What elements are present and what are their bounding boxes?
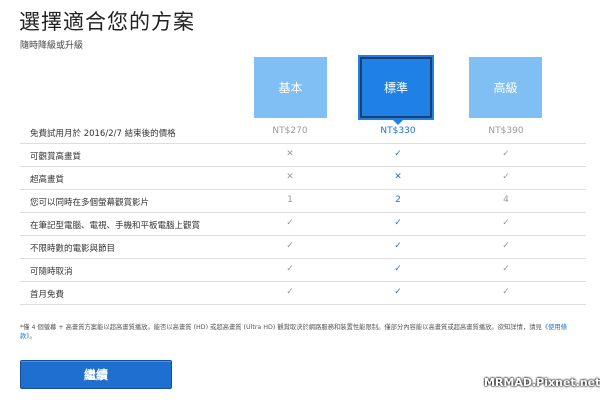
row-label: 可隨時取消 (30, 267, 73, 277)
check-icon: ✓ (502, 287, 510, 297)
row-label: 在筆記型電腦、電視、手機和平板電腦上觀賞 (30, 221, 201, 231)
cell-basic: NT$270 (272, 126, 308, 136)
plan-basic-label: 基本 (278, 81, 303, 95)
check-icon: ✓ (394, 218, 402, 228)
row-screens: 您可以同時在多個螢幕觀賞影片 1 2 4 (20, 190, 586, 213)
row-label: 不限時數的電影與節目 (30, 244, 116, 254)
row-label: 可觀賞高畫質 (30, 152, 82, 162)
check-icon: ✓ (502, 149, 510, 159)
check-icon: ✓ (286, 264, 294, 274)
cell-standard: 2 (395, 195, 401, 205)
check-icon: ✓ (502, 241, 510, 251)
cross-icon: ✕ (286, 172, 294, 182)
check-icon: ✓ (394, 287, 402, 297)
check-icon: ✓ (286, 218, 294, 228)
cross-icon: ✕ (286, 149, 294, 159)
row-label: 您可以同時在多個螢幕觀賞影片 (30, 198, 150, 208)
row-unlimited: 不限時數的電影與節目 ✓ ✓ ✓ (20, 236, 586, 259)
row-label: 免費試用月於 2016/2/7 結束後的價格 (30, 129, 176, 139)
plan-standard[interactable]: 標準 (358, 55, 434, 120)
check-icon: ✓ (394, 241, 402, 251)
footnote-text: *僅 4 個螢幕 + 高畫質方案能以超高畫質播放。能否以高畫質 (HD) 或超高… (20, 324, 542, 331)
cell-premium: 4 (503, 195, 509, 205)
check-icon: ✓ (286, 241, 294, 251)
row-hd: 可觀賞高畫質 ✕ ✓ ✓ (20, 144, 586, 167)
watermark: MRMAD.Pixnet.net (484, 376, 600, 389)
footnote: *僅 4 個螢幕 + 高畫質方案能以超高畫質播放。能否以高畫質 (HD) 或超高… (20, 323, 580, 341)
plan-premium[interactable]: 高級 (469, 57, 542, 118)
continue-button[interactable]: 繼續 (20, 360, 172, 389)
plan-comparison-table: 免費試用月於 2016/2/7 結束後的價格 NT$270 NT$330 NT$… (20, 121, 586, 305)
page-title: 選擇適合您的方案 (19, 10, 195, 34)
row-price: 免費試用月於 2016/2/7 結束後的價格 NT$270 NT$330 NT$… (20, 121, 586, 144)
cell-standard: NT$330 (380, 126, 416, 136)
page-subtitle: 隨時降級或升級 (20, 41, 84, 51)
plan-basic[interactable]: 基本 (254, 57, 327, 118)
cell-premium: NT$390 (488, 126, 524, 136)
check-icon: ✓ (502, 172, 510, 182)
plan-standard-label: 標準 (383, 81, 408, 95)
row-devices: 在筆記型電腦、電視、手機和平板電腦上觀賞 ✓ ✓ ✓ (20, 213, 586, 236)
check-icon: ✓ (286, 287, 294, 297)
check-icon: ✓ (394, 149, 402, 159)
cell-basic: 1 (287, 195, 293, 205)
cross-icon: ✕ (394, 172, 402, 182)
check-icon: ✓ (502, 218, 510, 228)
row-ultra-hd: 超高畫質 ✕ ✕ ✓ (20, 167, 586, 190)
check-icon: ✓ (502, 264, 510, 274)
footnote-end: 。 (29, 333, 36, 340)
check-icon: ✓ (394, 264, 402, 274)
row-free-month: 首月免費 ✓ ✓ ✓ (20, 282, 586, 305)
plan-premium-label: 高級 (493, 81, 518, 95)
row-cancel: 可隨時取消 ✓ ✓ ✓ (20, 259, 586, 282)
row-label: 首月免費 (30, 290, 65, 300)
row-label: 超高畫質 (30, 175, 65, 185)
